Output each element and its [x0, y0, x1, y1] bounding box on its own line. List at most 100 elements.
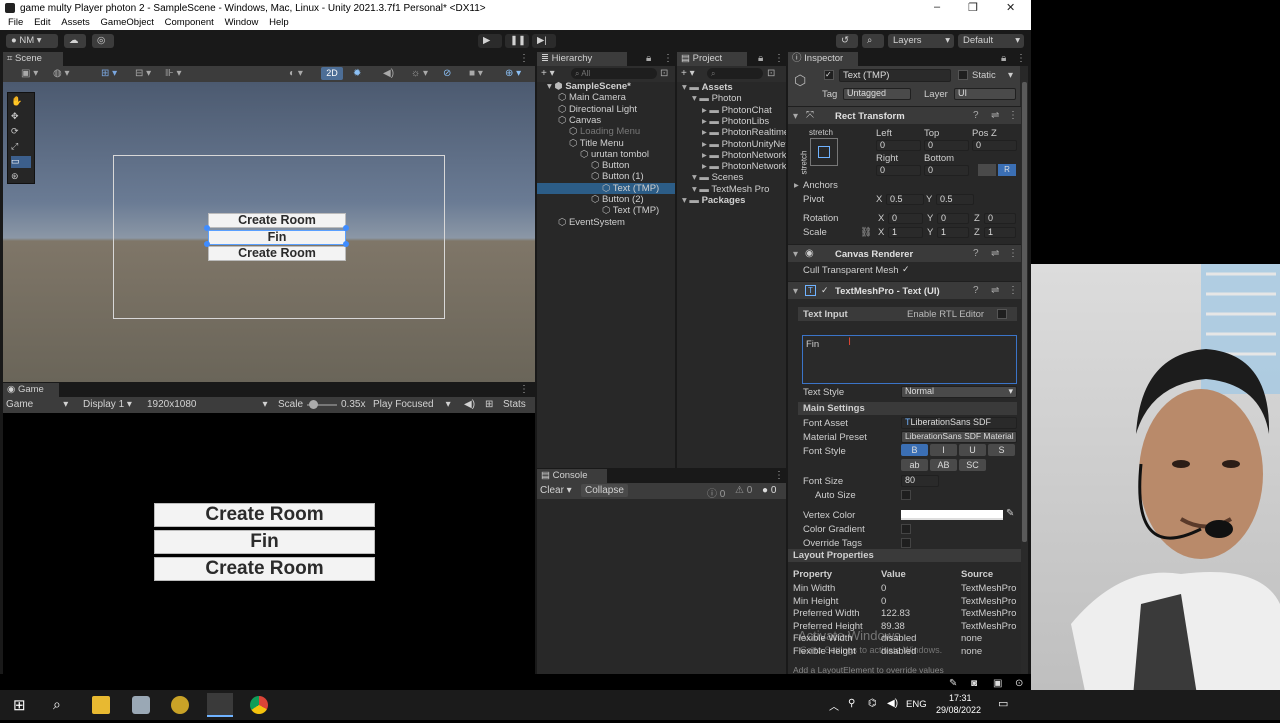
- project-item[interactable]: ▸ ▬ PhotonNetworking-Documentation: [677, 161, 786, 172]
- menu-component[interactable]: Component: [165, 16, 214, 30]
- layout-properties-header[interactable]: Layout Properties ⋮: [788, 549, 1028, 562]
- material-preset-dropdown[interactable]: LiberationSans SDF Material: [901, 431, 1017, 443]
- log-count-toggle[interactable]: ⓘ 0: [707, 485, 725, 500]
- tab-inspector[interactable]: ⓘ Inspector: [788, 52, 858, 66]
- camera-icon[interactable]: ■ ▾: [469, 68, 483, 79]
- font-case-button[interactable]: ab: [901, 459, 928, 471]
- link-icon[interactable]: ⛓: [860, 227, 872, 238]
- scene-create-room-button-1[interactable]: Create Room: [208, 213, 346, 228]
- posz-field[interactable]: 0: [972, 140, 1017, 151]
- project-search-input[interactable]: ⌕: [707, 68, 763, 79]
- hierarchy-item[interactable]: ⬡ Title Menu: [537, 138, 675, 149]
- audio-icon[interactable]: ◀): [383, 68, 394, 79]
- hierarchy-item[interactable]: ⬡ EventSystem: [537, 217, 675, 228]
- chevron-down-icon[interactable]: ▾: [1008, 70, 1013, 81]
- rotation-x-field[interactable]: 0: [888, 213, 923, 224]
- layers-dropdown[interactable]: Layers ▾: [888, 34, 954, 48]
- override-tags-checkbox[interactable]: [901, 538, 911, 548]
- windows-start-icon[interactable]: ⊞: [13, 696, 31, 714]
- history-icon[interactable]: ↺: [836, 34, 858, 48]
- add-icon[interactable]: + ▾: [681, 68, 695, 79]
- more-options-icon[interactable]: ⋮: [1016, 53, 1026, 64]
- font-style-button[interactable]: U: [959, 444, 986, 456]
- hierarchy-item[interactable]: ⬡ Main Camera: [537, 92, 675, 103]
- hierarchy-item[interactable]: ⬡ Text (TMP): [537, 205, 675, 216]
- preset-icon[interactable]: ⇌: [991, 110, 999, 121]
- active-checkbox[interactable]: ✓: [824, 70, 834, 80]
- location-icon[interactable]: ⚲: [848, 698, 855, 709]
- collapse-button[interactable]: Collapse: [581, 484, 628, 497]
- scale-slider-thumb[interactable]: [309, 400, 318, 409]
- help-icon[interactable]: ?: [973, 110, 979, 121]
- project-item[interactable]: ▾ ▬ Photon: [677, 93, 786, 104]
- hierarchy-search-input[interactable]: ⌕ All: [571, 68, 657, 79]
- anchor-handle-icon[interactable]: [204, 225, 210, 231]
- anchors-foldout[interactable]: Anchors: [803, 180, 838, 191]
- lighting-icon[interactable]: ✹: [353, 68, 361, 79]
- help-icon[interactable]: ?: [973, 248, 979, 259]
- tab-hierarchy[interactable]: ≣ Hierarchy: [537, 52, 627, 66]
- more-options-icon[interactable]: ⋮: [1008, 285, 1018, 296]
- screen-tool-icon[interactable]: ▣: [993, 678, 1002, 689]
- hierarchy-item[interactable]: ⬡ Button (1): [537, 171, 675, 182]
- error-count-toggle[interactable]: ● 0: [762, 485, 776, 496]
- right-field[interactable]: 0: [876, 165, 921, 176]
- tab-project[interactable]: ▤ Project: [677, 52, 747, 66]
- textmeshpro-header[interactable]: ▾ T ✓ TextMeshPro - Text (UI) ? ⇌ ⋮: [788, 281, 1028, 299]
- hierarchy-item[interactable]: ▾ ⬢ SampleScene*: [537, 81, 675, 92]
- scale-z-field[interactable]: 1: [984, 227, 1016, 238]
- clear-button[interactable]: Clear ▾: [540, 485, 572, 496]
- scale-y-field[interactable]: 1: [937, 227, 969, 238]
- tab-scene[interactable]: ⌗ Scene: [3, 52, 63, 66]
- game-fin-button[interactable]: Fin: [154, 530, 375, 554]
- hierarchy-item[interactable]: ⬡ Canvas: [537, 115, 675, 126]
- preset-icon[interactable]: ⇌: [991, 248, 999, 259]
- transform-tool-icon[interactable]: ⊛: [11, 171, 31, 183]
- text-style-dropdown[interactable]: Normal ▾: [901, 386, 1017, 398]
- add-icon[interactable]: + ▾: [541, 68, 555, 79]
- close-button[interactable]: ✕: [1006, 1, 1015, 14]
- left-field[interactable]: 0: [876, 140, 921, 151]
- font-style-button[interactable]: S: [988, 444, 1015, 456]
- cull-checkbox[interactable]: ✓: [902, 264, 910, 275]
- game-create-room-button-2[interactable]: Create Room: [154, 557, 375, 581]
- shading-icon[interactable]: ◐ ▾: [289, 68, 303, 79]
- help-icon[interactable]: ?: [973, 285, 979, 296]
- grid-icon[interactable]: ⊞: [485, 399, 493, 410]
- lock-icon[interactable]: 🔒︎: [758, 53, 763, 64]
- play-mode-dropdown[interactable]: Play Focused ▾: [373, 399, 451, 410]
- raw-edit-button[interactable]: R: [998, 164, 1016, 176]
- stats-button[interactable]: Stats: [503, 399, 526, 410]
- game-app-icon[interactable]: [171, 696, 189, 714]
- hierarchy-item[interactable]: ⬡ Loading Menu: [537, 126, 675, 137]
- font-case-button[interactable]: SC: [959, 459, 986, 471]
- font-style-button[interactable]: B: [901, 444, 928, 456]
- collab-icon[interactable]: ◎: [92, 34, 114, 48]
- render-mode-icon[interactable]: ◍ ▾: [53, 68, 70, 79]
- snap-increment-icon[interactable]: ⊟ ▾: [135, 68, 151, 79]
- grid-snap-icon[interactable]: ⊞ ▾: [101, 68, 117, 79]
- rect-tool-icon[interactable]: ▭: [11, 156, 31, 168]
- blueprint-mode-button[interactable]: [978, 164, 996, 176]
- tag-dropdown[interactable]: Untagged: [843, 88, 911, 100]
- pivot-x-field[interactable]: 0.5: [886, 194, 924, 205]
- project-item[interactable]: ▸ ▬ PhotonNetworking-Documentation: [677, 150, 786, 161]
- font-style-button[interactable]: I: [930, 444, 957, 456]
- pause-button[interactable]: ❚❚: [505, 34, 529, 48]
- file-explorer-icon[interactable]: [92, 696, 110, 714]
- filter-icon[interactable]: ⊡: [660, 68, 668, 79]
- project-item[interactable]: ▸ ▬ PhotonUnityNetworking: [677, 139, 786, 150]
- auto-size-checkbox[interactable]: [901, 490, 911, 500]
- layout-dropdown[interactable]: Default ▾: [958, 34, 1024, 48]
- scene-fin-button[interactable]: Fin: [208, 230, 346, 245]
- eyedropper-icon[interactable]: ✎: [1006, 508, 1014, 519]
- clock-time[interactable]: 17:31: [949, 693, 972, 703]
- menu-window[interactable]: Window: [225, 16, 259, 30]
- menu-gameobject[interactable]: GameObject: [101, 16, 154, 30]
- top-field[interactable]: 0: [924, 140, 969, 151]
- pivot-y-field[interactable]: 0.5: [936, 194, 974, 205]
- maximize-button[interactable]: ❐: [968, 1, 978, 14]
- anchor-handle-icon[interactable]: [343, 241, 349, 247]
- rotate-tool-icon[interactable]: ⟳: [11, 126, 31, 138]
- project-item[interactable]: ▸ ▬ PhotonChat: [677, 105, 786, 116]
